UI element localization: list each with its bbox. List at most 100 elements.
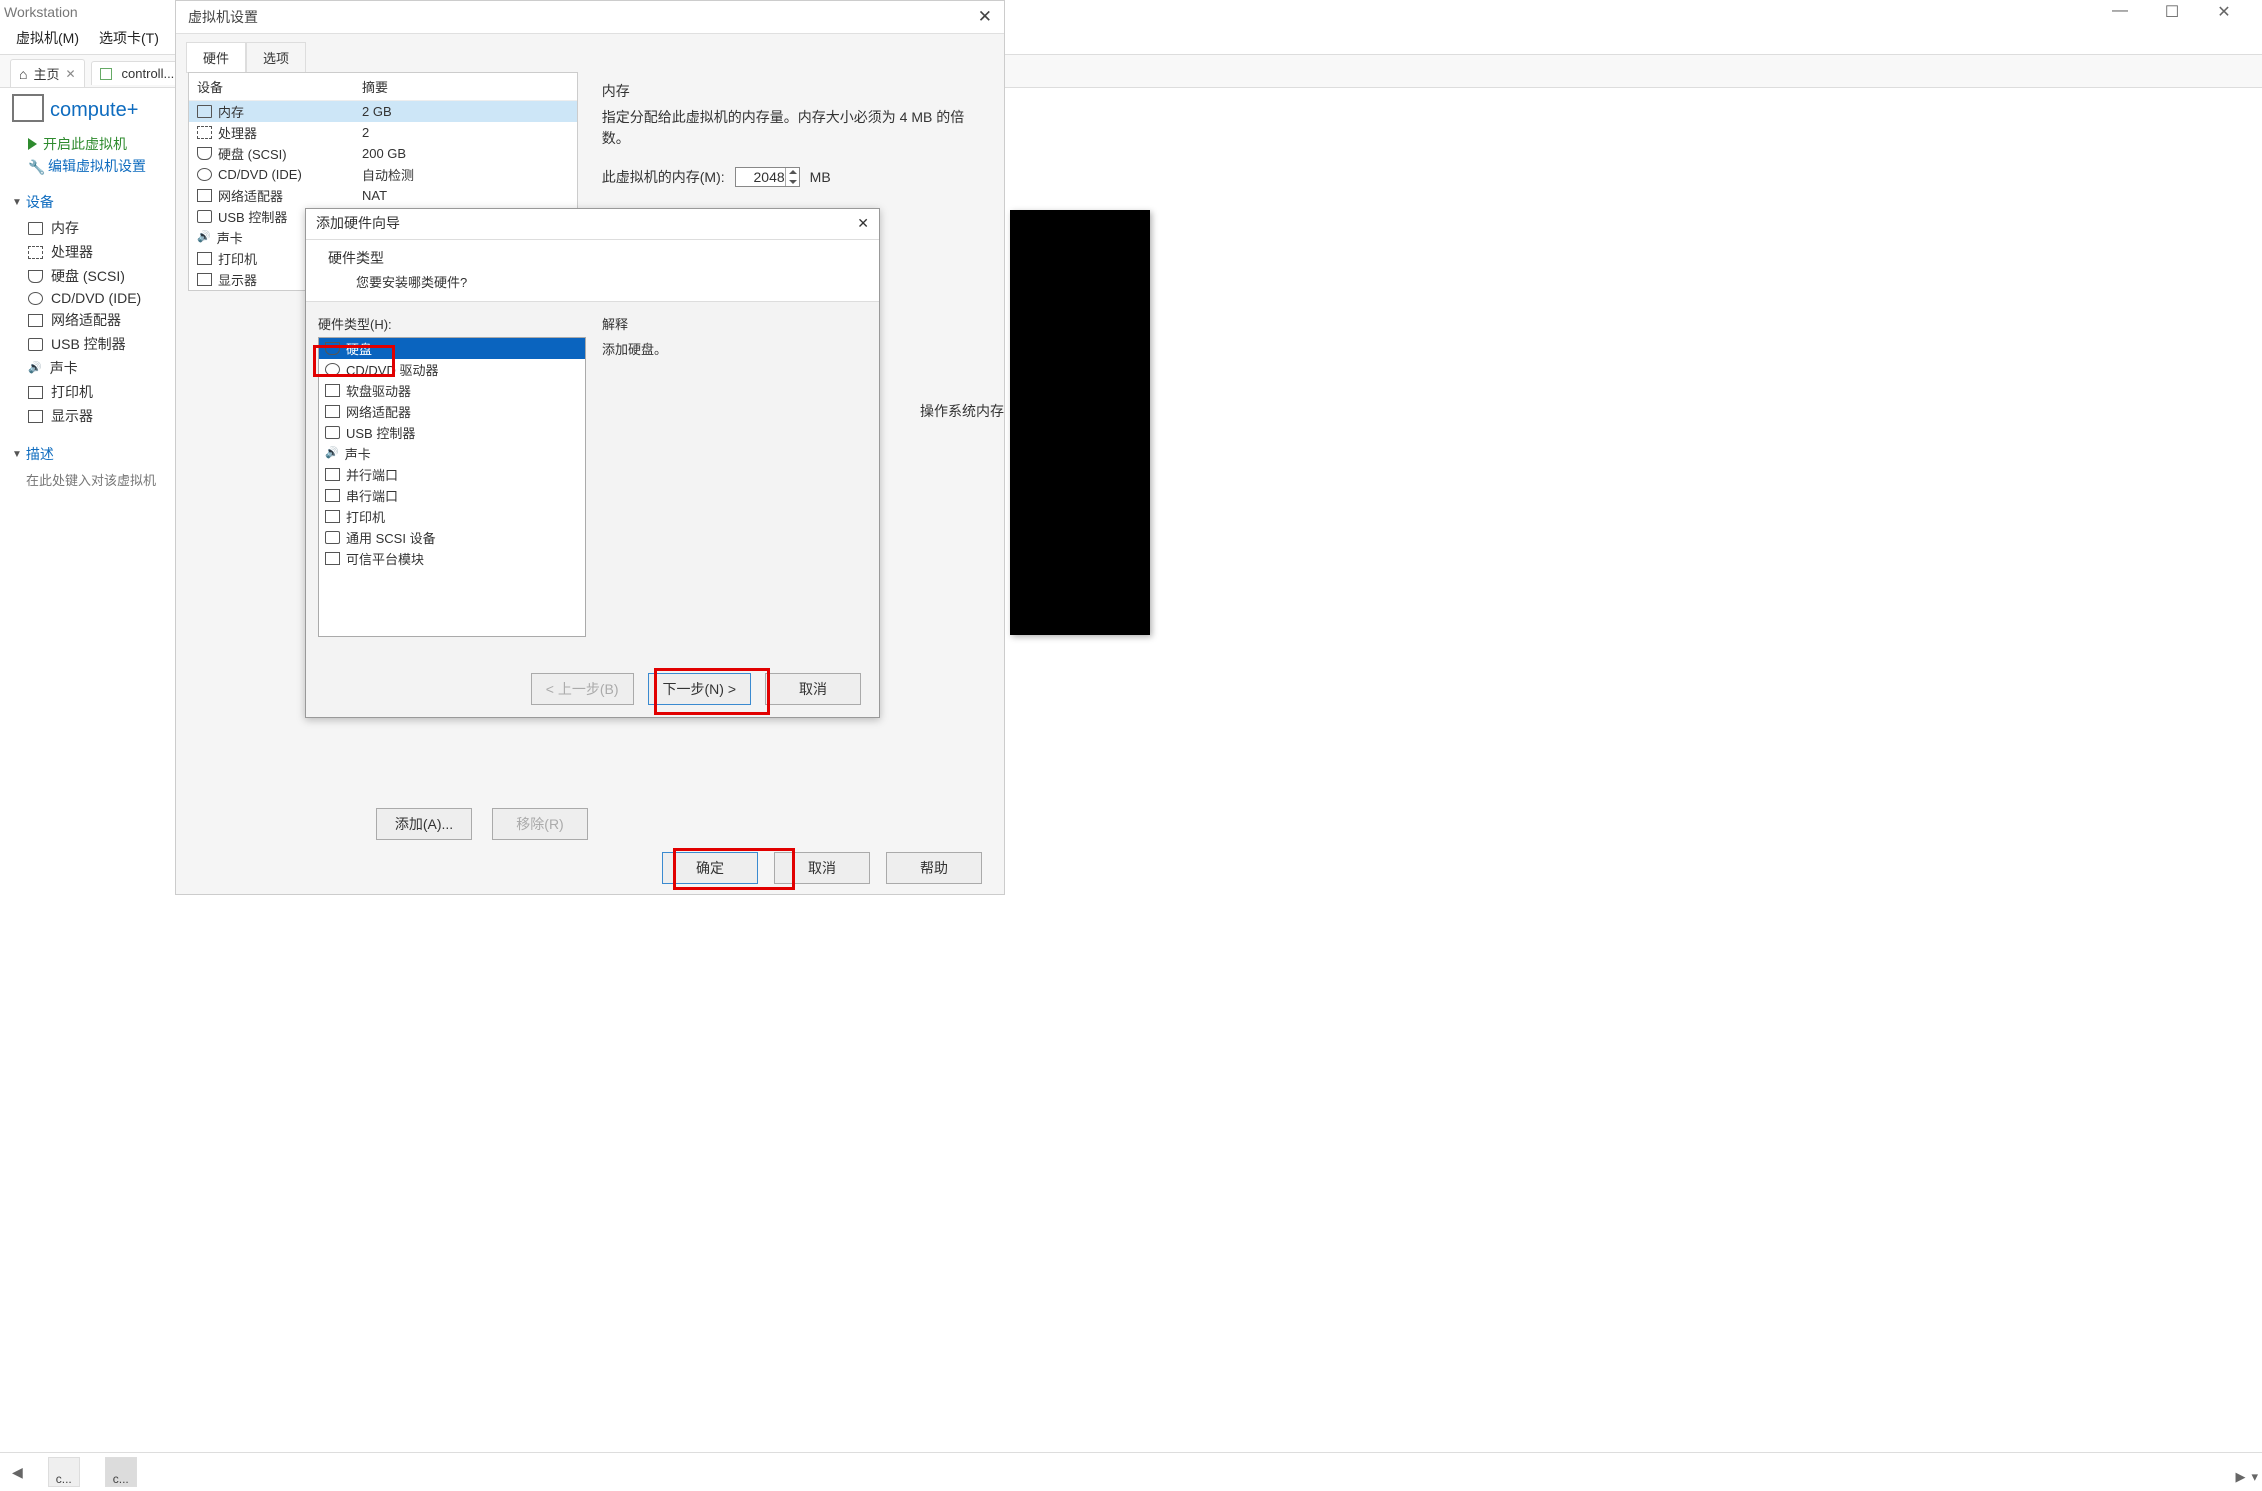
edit-settings-link[interactable]: 🔧 编辑虚拟机设置 — [28, 156, 171, 176]
device-sound[interactable]: 🔊声卡 — [12, 356, 171, 380]
device-disk[interactable]: 硬盘 (SCSI) — [12, 264, 171, 288]
add-hardware-label: 添加(A)... — [395, 816, 453, 832]
description-hint[interactable]: 在此处键入对该虚拟机 — [12, 470, 171, 489]
minimize-icon[interactable]: — — [2108, 2, 2132, 22]
thumbnail-2[interactable]: c... — [105, 1457, 137, 1487]
hwtype-par[interactable]: 并行端口 — [319, 464, 585, 485]
footer-thumbnail-bar: ◀ c... c... ▶ ▾ — [0, 1452, 2262, 1491]
os-memory-note: 操作系统内存 — [920, 401, 1004, 421]
hw-disk-val: 200 GB — [362, 146, 569, 161]
memory-pane-title: 内存 — [602, 81, 992, 101]
help-button[interactable]: 帮助 — [886, 852, 982, 884]
sound-icon: 🔊 — [197, 231, 211, 244]
tab-home[interactable]: ⌂ 主页 ✕ — [10, 59, 85, 87]
tab-home-close-icon[interactable]: ✕ — [65, 67, 75, 81]
hwtype-cd[interactable]: CD/DVD 驱动器 — [319, 359, 585, 380]
hw-net-label: 网络适配器 — [218, 186, 283, 205]
memory-input[interactable]: 2048 — [735, 167, 800, 187]
hwtype-printer[interactable]: 打印机 — [319, 506, 585, 527]
device-printer[interactable]: 打印机 — [12, 380, 171, 404]
settings-close-icon[interactable]: ✕ — [978, 7, 992, 27]
cancel-label: 取消 — [808, 860, 836, 876]
settings-footer: 确定 取消 帮助 — [662, 852, 982, 884]
maximize-icon[interactable]: ☐ — [2160, 2, 2184, 22]
hwtype-ser[interactable]: 串行端口 — [319, 485, 585, 506]
remove-hardware-button[interactable]: 移除(R) — [492, 808, 588, 840]
prev-button[interactable]: < 上一步(B) — [531, 673, 634, 705]
hwtype-net[interactable]: 网络适配器 — [319, 401, 585, 422]
next-button[interactable]: 下一步(N) > — [648, 673, 752, 705]
explain-label: 解释 — [602, 314, 667, 333]
power-on-link[interactable]: 开启此虚拟机 — [28, 134, 171, 154]
vm-name: compute+ — [50, 99, 138, 122]
wizard-close-icon[interactable]: ✕ — [857, 215, 869, 232]
menu-vm[interactable]: 虚拟机(M) — [16, 28, 79, 48]
thumb-prev-icon[interactable]: ◀ — [12, 1464, 23, 1481]
hwtype-tpm-label: 可信平台模块 — [346, 549, 424, 568]
settings-tabs: 硬件 选项 — [176, 34, 1004, 73]
hw-row-cd[interactable]: CD/DVD (IDE) 自动检测 — [189, 164, 577, 185]
description-header[interactable]: ▼ 描述 — [12, 444, 171, 464]
hwtype-hdd[interactable]: 硬盘 — [319, 338, 585, 359]
add-hardware-button[interactable]: 添加(A)... — [376, 808, 472, 840]
devices-header[interactable]: ▼ 设备 — [12, 192, 171, 212]
hw-cpu-label: 处理器 — [218, 123, 257, 142]
devices-header-label: 设备 — [26, 192, 54, 212]
tab-home-label: 主页 — [33, 64, 59, 83]
device-net-label: 网络适配器 — [51, 310, 121, 330]
cancel-button[interactable]: 取消 — [774, 852, 870, 884]
tab-options[interactable]: 选项 — [246, 42, 306, 73]
hw-row-net[interactable]: 网络适配器 NAT — [189, 185, 577, 206]
play-icon — [28, 138, 37, 150]
hwtype-floppy[interactable]: 软盘驱动器 — [319, 380, 585, 401]
device-usb[interactable]: USB 控制器 — [12, 332, 171, 356]
menu-tabs[interactable]: 选项卡(T) — [99, 28, 159, 48]
device-cpu[interactable]: 处理器 — [12, 240, 171, 264]
wrench-icon: 🔧 — [28, 159, 42, 173]
add-remove-buttons: 添加(A)... 移除(R) — [376, 808, 588, 840]
tab-controller[interactable]: controll... — [91, 61, 184, 85]
wizard-cancel-label: 取消 — [799, 681, 827, 697]
thumbnail-1[interactable]: c... — [48, 1457, 80, 1487]
memory-unit: MB — [810, 169, 831, 185]
hw-cd-val: 自动检测 — [362, 165, 569, 184]
device-display[interactable]: 显示器 — [12, 404, 171, 428]
hardware-type-list[interactable]: 硬盘 CD/DVD 驱动器 软盘驱动器 网络适配器 USB 控制器 🔊声卡 并行… — [318, 337, 586, 637]
hw-disk-label: 硬盘 (SCSI) — [218, 144, 287, 163]
printer-icon — [325, 510, 340, 523]
ok-label: 确定 — [696, 860, 724, 876]
hw-row-memory[interactable]: 内存 2 GB — [189, 101, 577, 122]
hwtype-tpm[interactable]: 可信平台模块 — [319, 548, 585, 569]
hw-printer-label: 打印机 — [218, 249, 257, 268]
device-memory[interactable]: 内存 — [12, 216, 171, 240]
network-icon — [28, 314, 43, 327]
hardware-type-label: 硬件类型(H): — [318, 314, 586, 333]
sound-icon: 🔊 — [325, 447, 339, 460]
close-icon[interactable]: ✕ — [2212, 2, 2236, 22]
hardware-list-header: 设备 摘要 — [189, 73, 577, 101]
hw-row-cpu[interactable]: 处理器 2 — [189, 122, 577, 143]
thumb-menu-icon[interactable]: ▾ — [2251, 1469, 2258, 1485]
ok-button[interactable]: 确定 — [662, 852, 758, 884]
app-title: Workstation — [0, 4, 78, 20]
settings-titlebar: 虚拟机设置 ✕ — [176, 1, 1004, 34]
cd-icon — [197, 168, 212, 181]
device-cd[interactable]: CD/DVD (IDE) — [12, 288, 171, 308]
hwtype-scsi[interactable]: 通用 SCSI 设备 — [319, 527, 585, 548]
wizard-cancel-button[interactable]: 取消 — [765, 673, 861, 705]
printer-icon — [197, 252, 212, 265]
memory-spinner-icon[interactable] — [785, 168, 799, 186]
col-device: 设备 — [197, 77, 362, 96]
hwtype-scsi-label: 通用 SCSI 设备 — [346, 528, 436, 547]
hw-row-disk[interactable]: 硬盘 (SCSI) 200 GB — [189, 143, 577, 164]
tab-hardware[interactable]: 硬件 — [186, 42, 246, 73]
hwtype-usb[interactable]: USB 控制器 — [319, 422, 585, 443]
usb-icon — [197, 210, 212, 223]
thumb-next-icon[interactable]: ▶ — [2235, 1469, 2245, 1485]
thumb-right-nav: ▶ ▾ — [2235, 1469, 2258, 1485]
hwtype-sound[interactable]: 🔊声卡 — [319, 443, 585, 464]
tab-controller-label: controll... — [122, 66, 175, 81]
memory-icon — [28, 222, 43, 235]
device-net[interactable]: 网络适配器 — [12, 308, 171, 332]
hw-display-label: 显示器 — [218, 270, 257, 289]
